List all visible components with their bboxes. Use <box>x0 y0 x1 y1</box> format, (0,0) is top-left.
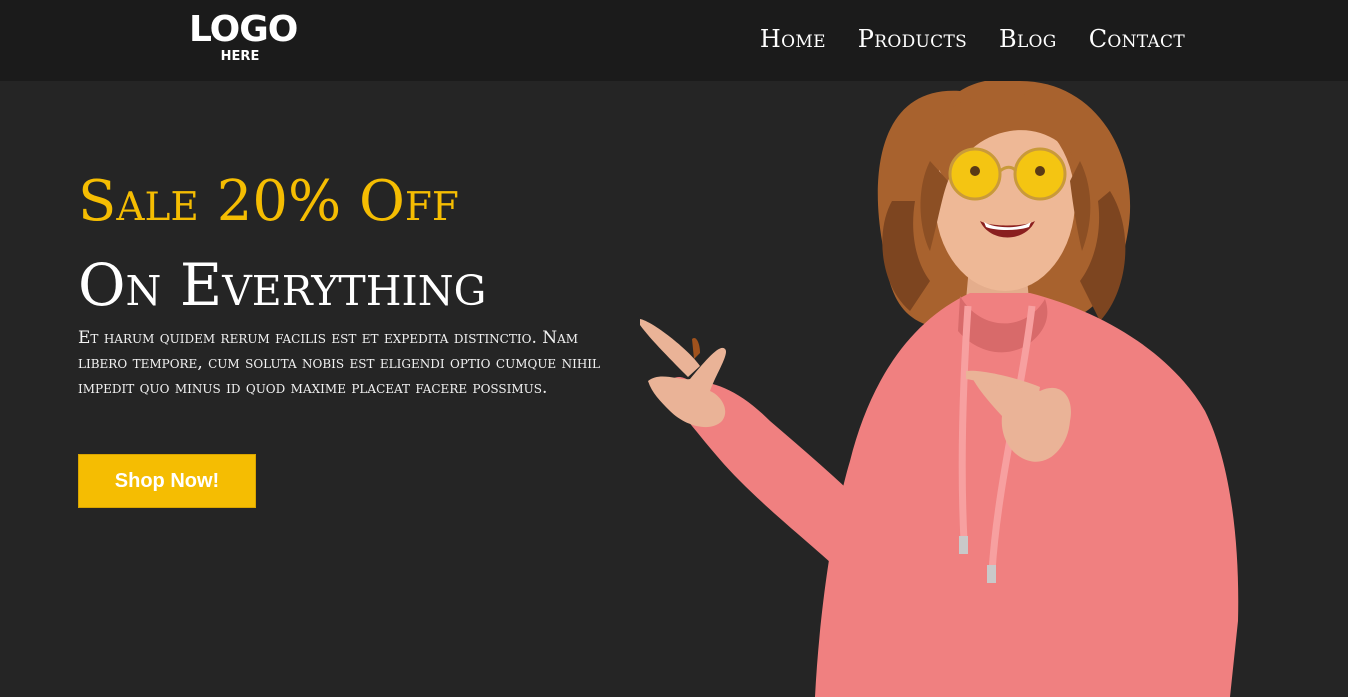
logo-sub-text: HERE <box>220 49 260 64</box>
hero-headline-sale: Sale 20% Off <box>78 169 459 234</box>
shop-now-button[interactable]: Shop Now! <box>78 454 256 508</box>
nav-link-home[interactable]: Home <box>760 22 826 56</box>
hero-section: Sale 20% Off On Everything Et harum quid… <box>0 81 1348 697</box>
logo[interactable]: LOGO HERE <box>189 9 298 68</box>
nav-link-products[interactable]: Products <box>858 22 967 56</box>
navbar: LOGO HERE Home Products Blog Contact <box>0 0 1348 81</box>
nav-link-blog[interactable]: Blog <box>999 22 1057 56</box>
hero-headline-everything: On Everything <box>78 251 487 319</box>
nav-link-contact[interactable]: Contact <box>1089 22 1185 56</box>
hero-description: Et harum quidem rerum facilis est et exp… <box>78 328 601 398</box>
main-nav: Home Products Blog Contact <box>760 22 1185 56</box>
hero-model-image <box>630 81 1260 697</box>
logo-main-text: LOGO <box>189 9 298 50</box>
